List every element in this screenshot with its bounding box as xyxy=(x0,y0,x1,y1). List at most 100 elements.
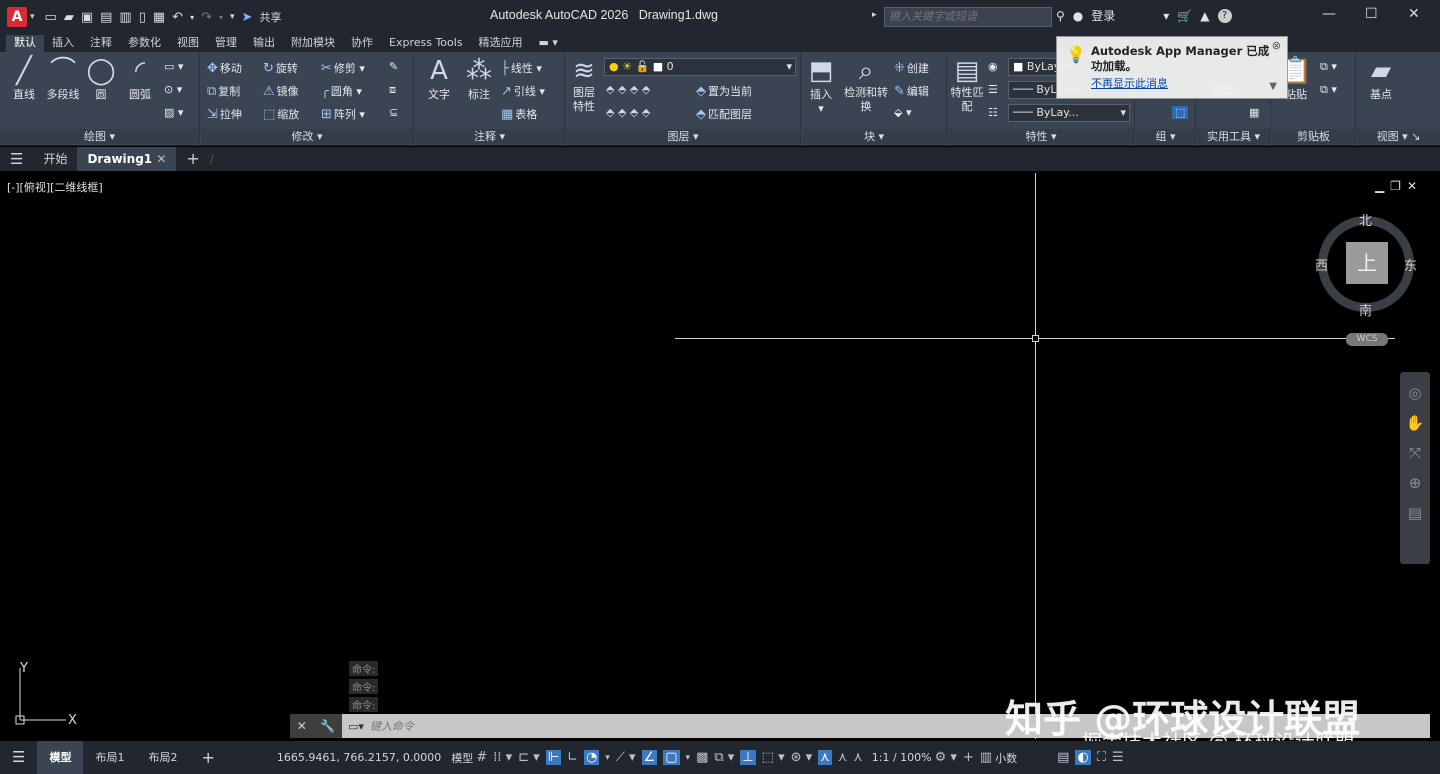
cart-icon[interactable]: 🛒 xyxy=(1177,9,1192,23)
create-block-button[interactable]: ⁜ 创建 xyxy=(894,60,929,76)
close-icon[interactable]: ✕ xyxy=(1408,6,1420,22)
save-icon[interactable]: ▣ xyxy=(81,10,93,25)
search-icon[interactable]: ⚲ xyxy=(1056,9,1065,23)
ribbon-tab[interactable]: 默认 xyxy=(6,35,44,52)
draw-panel-title[interactable]: 绘图 ▾ xyxy=(0,129,199,144)
calculator-icon[interactable]: ▦ xyxy=(1249,106,1259,119)
customize-wrench-icon[interactable]: 🔧 xyxy=(320,719,335,733)
steering-wheel-icon[interactable]: ◎ xyxy=(1400,384,1430,402)
infer-constraints-icon[interactable]: ⊏ ▾ xyxy=(518,750,540,765)
group-select-icon[interactable]: ⬚ xyxy=(1172,106,1189,119)
compass-east[interactable]: 东 xyxy=(1404,255,1417,274)
minimize-icon[interactable]: — xyxy=(1322,6,1336,22)
layer-properties-button[interactable]: ≋ 图层特性 xyxy=(568,56,600,114)
annotation-scale-icon[interactable]: ⋏ xyxy=(853,750,863,765)
scale-button[interactable]: ⬚ 缩放 xyxy=(263,106,299,122)
selection-cycling-icon[interactable]: ⧉ ▾ xyxy=(714,750,734,765)
units-value[interactable]: 小数 xyxy=(995,750,1017,766)
layers-panel-title[interactable]: 图层 ▾ xyxy=(566,129,800,144)
viewport-window-controls[interactable]: ▁❐✕ xyxy=(1375,179,1423,193)
redo-icon[interactable]: ↷ xyxy=(201,10,212,25)
ribbon-tab[interactable]: 参数化 xyxy=(120,35,169,52)
object-snap-tracking-icon[interactable]: ∠ xyxy=(641,750,658,765)
close-tab-icon[interactable]: ✕ xyxy=(156,152,166,166)
notification-chevron-icon[interactable]: ▼ xyxy=(1269,81,1277,92)
pan-icon[interactable]: ✋ xyxy=(1400,414,1430,432)
detect-convert-button[interactable]: ⌕ 检测和转换 xyxy=(844,56,888,114)
base-point-button[interactable]: ▰ 基点 xyxy=(1363,56,1399,102)
share-button[interactable]: 共享 xyxy=(259,9,281,25)
tab-layout2[interactable]: 布局2 xyxy=(136,741,189,774)
layer-dropdown[interactable]: ● ☀ 🔓 ■ 0 ▾ xyxy=(604,58,796,76)
ribbon-tab[interactable]: Express Tools xyxy=(381,35,471,52)
compass-north[interactable]: 北 xyxy=(1359,210,1372,229)
block-attribute-icon[interactable]: ⬙ ▾ xyxy=(894,106,911,119)
login-button[interactable]: 登录 xyxy=(1091,7,1115,24)
hatch-icon[interactable]: ⊙ ▾ xyxy=(164,83,182,96)
open-icon[interactable]: ▰ xyxy=(64,10,74,25)
make-current-button[interactable]: ⬘ 置为当前 xyxy=(696,83,752,99)
orbit-icon[interactable]: ⊕ xyxy=(1400,474,1430,492)
lineweight-icon[interactable]: ☰ xyxy=(988,83,998,96)
application-menu-button[interactable]: A xyxy=(7,7,27,27)
viewport-controls[interactable]: [-][俯视][二维线框] xyxy=(7,179,103,195)
match-layer-button[interactable]: ⬘ 匹配图层 xyxy=(696,106,752,122)
text-button[interactable]: A 文字 xyxy=(421,56,457,102)
insert-button[interactable]: ⬒ 插入 ▾ xyxy=(804,56,838,115)
workspace-gear-icon[interactable]: ⚙ ▾ xyxy=(935,750,957,765)
tab-drawing1[interactable]: Drawing1 ✕ xyxy=(77,147,177,171)
layer-tools-row-1[interactable]: ⬘ ⬘ ⬘ ⬘ xyxy=(606,83,650,96)
ribbon-tab[interactable]: 插入 xyxy=(44,35,82,52)
snap-icon[interactable]: ⁞⁞ ▾ xyxy=(493,750,512,765)
explode-icon[interactable]: ⧈ xyxy=(389,83,396,97)
clipboard-panel-title[interactable]: 剪贴板 xyxy=(1272,129,1355,144)
tab-model[interactable]: 模型 xyxy=(37,741,84,774)
groups-panel-title[interactable]: 组 ▾ xyxy=(1136,129,1195,144)
line-button[interactable]: ╱ 直线 xyxy=(8,56,40,102)
dynamic-input-icon[interactable]: ⊩ xyxy=(545,750,562,765)
new-tab-icon[interactable]: + xyxy=(176,147,209,171)
list-icon[interactable]: ☷ xyxy=(988,106,998,119)
isodraft-icon[interactable]: ⟋ ▾ xyxy=(616,750,636,765)
layout-menu-icon[interactable]: ☰ xyxy=(0,741,37,774)
polyline-button[interactable]: ⌒ 多段线 xyxy=(44,56,82,102)
utilities-panel-title[interactable]: 实用工具 ▾ xyxy=(1197,129,1270,144)
recent-commands-icon[interactable]: ▭▾ xyxy=(348,720,364,733)
object-snap-icon[interactable]: ▢ xyxy=(663,750,680,765)
mirror-button[interactable]: ⚠ 镜像 xyxy=(263,83,299,99)
dimension-button[interactable]: ⁂ 标注 xyxy=(461,56,497,102)
add-icon[interactable]: + xyxy=(963,750,974,765)
grid-icon[interactable]: # xyxy=(476,750,487,765)
cut-icon[interactable]: ⧉ ▾ xyxy=(1320,60,1337,74)
customize-icon[interactable]: ☰ xyxy=(1112,750,1124,765)
ribbon-tab[interactable]: 附加模块 xyxy=(283,35,343,52)
login-chevron-icon[interactable]: ▾ xyxy=(1163,9,1169,23)
block-panel-title[interactable]: 块 ▾ xyxy=(802,129,946,144)
maximize-icon[interactable]: ☐ xyxy=(1365,6,1378,22)
ortho-icon[interactable]: ∟ xyxy=(567,750,578,765)
tab-layout1[interactable]: 布局1 xyxy=(83,741,136,774)
command-line-handle[interactable]: ✕ 🔧 xyxy=(290,714,342,738)
new-icon[interactable]: ▭ xyxy=(45,10,57,25)
match-properties-button[interactable]: ▤ 特性匹配 xyxy=(950,56,984,114)
model-space-button[interactable]: 模型 xyxy=(451,750,473,766)
units-icon[interactable]: ▥ xyxy=(980,750,992,765)
ribbon-tab[interactable]: 输出 xyxy=(245,35,283,52)
properties-panel-title[interactable]: 特性 ▾ xyxy=(948,129,1134,144)
trim-button[interactable]: ✂ 修剪 ▾ xyxy=(321,60,365,76)
annotation-panel-title[interactable]: 注释 ▾ xyxy=(415,129,564,144)
add-layout-icon[interactable]: + xyxy=(189,741,226,774)
tab-start[interactable]: 开始 xyxy=(33,147,77,171)
leader-button[interactable]: ↗ 引线 ▾ xyxy=(501,83,545,99)
clean-screen-icon[interactable]: ⛶ xyxy=(1097,750,1106,765)
copy-button[interactable]: ⧉ 复制 xyxy=(207,83,240,99)
copy-clip-icon[interactable]: ⧉ ▾ xyxy=(1320,83,1337,97)
circle-button[interactable]: ◯ 圆 xyxy=(86,56,116,102)
viewcube-top-face[interactable]: 上 xyxy=(1346,242,1388,284)
wcs-menu[interactable]: WCS xyxy=(1346,333,1388,346)
gradient-icon[interactable]: ▨ ▾ xyxy=(164,106,183,119)
edit-block-button[interactable]: ✎ 编辑 xyxy=(894,83,929,99)
compass-south[interactable]: 南 xyxy=(1359,300,1372,319)
annotation-scale-value[interactable]: 1:1 / 100% xyxy=(872,751,932,764)
gizmo-icon[interactable]: ⊛ ▾ xyxy=(791,750,813,765)
